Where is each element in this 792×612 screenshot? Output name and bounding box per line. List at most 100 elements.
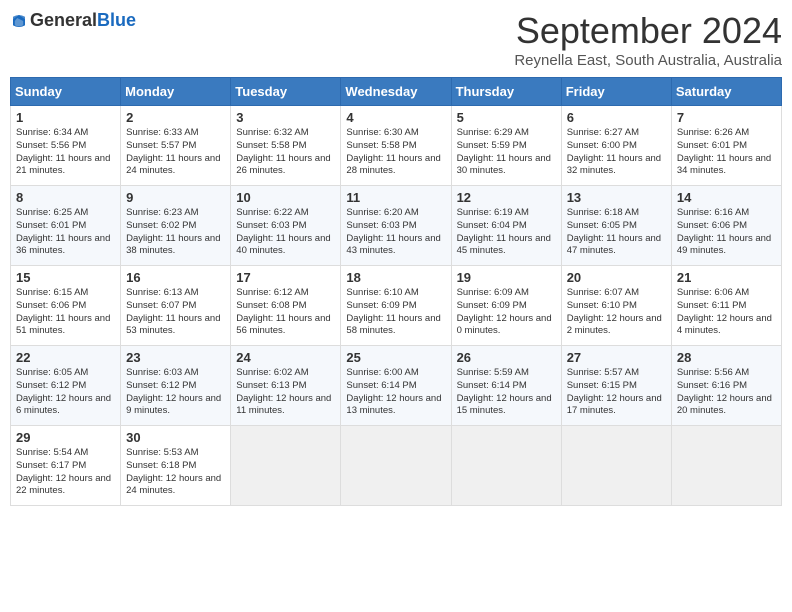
day-info: Sunrise: 5:53 AM Sunset: 6:18 PM Dayligh…: [126, 447, 225, 498]
table-row: 12 Sunrise: 6:19 AM Sunset: 6:04 PM Dayl…: [451, 186, 561, 266]
table-row: 21 Sunrise: 6:06 AM Sunset: 6:11 PM Dayl…: [671, 266, 781, 346]
day-info: Sunrise: 6:13 AM Sunset: 6:07 PM Dayligh…: [126, 287, 225, 338]
table-row: 7 Sunrise: 6:26 AM Sunset: 6:01 PM Dayli…: [671, 106, 781, 186]
calendar-week-1: 1 Sunrise: 6:34 AM Sunset: 5:56 PM Dayli…: [11, 106, 782, 186]
table-row: 17 Sunrise: 6:12 AM Sunset: 6:08 PM Dayl…: [231, 266, 341, 346]
calendar-table: Sunday Monday Tuesday Wednesday Thursday…: [10, 77, 782, 506]
day-info: Sunrise: 6:33 AM Sunset: 5:57 PM Dayligh…: [126, 127, 225, 178]
day-info: Sunrise: 6:15 AM Sunset: 6:06 PM Dayligh…: [16, 287, 115, 338]
header-friday: Friday: [561, 78, 671, 106]
table-row: [451, 426, 561, 506]
day-number: 23: [126, 350, 225, 365]
page-title: September 2024: [514, 10, 782, 52]
day-number: 11: [346, 190, 445, 205]
table-row: 14 Sunrise: 6:16 AM Sunset: 6:06 PM Dayl…: [671, 186, 781, 266]
table-row: 2 Sunrise: 6:33 AM Sunset: 5:57 PM Dayli…: [121, 106, 231, 186]
table-row: 11 Sunrise: 6:20 AM Sunset: 6:03 PM Dayl…: [341, 186, 451, 266]
table-row: [671, 426, 781, 506]
table-row: 30 Sunrise: 5:53 AM Sunset: 6:18 PM Dayl…: [121, 426, 231, 506]
table-row: 29 Sunrise: 5:54 AM Sunset: 6:17 PM Dayl…: [11, 426, 121, 506]
day-info: Sunrise: 6:20 AM Sunset: 6:03 PM Dayligh…: [346, 207, 445, 258]
table-row: 8 Sunrise: 6:25 AM Sunset: 6:01 PM Dayli…: [11, 186, 121, 266]
header: GeneralBlue September 2024 Reynella East…: [10, 10, 782, 69]
day-info: Sunrise: 6:03 AM Sunset: 6:12 PM Dayligh…: [126, 367, 225, 418]
day-info: Sunrise: 6:18 AM Sunset: 6:05 PM Dayligh…: [567, 207, 666, 258]
calendar-week-3: 15 Sunrise: 6:15 AM Sunset: 6:06 PM Dayl…: [11, 266, 782, 346]
day-number: 16: [126, 270, 225, 285]
logo-general-text: General: [30, 10, 97, 30]
day-info: Sunrise: 6:09 AM Sunset: 6:09 PM Dayligh…: [457, 287, 556, 338]
calendar-week-5: 29 Sunrise: 5:54 AM Sunset: 6:17 PM Dayl…: [11, 426, 782, 506]
subtitle: Reynella East, South Australia, Australi…: [514, 52, 782, 69]
day-number: 14: [677, 190, 776, 205]
table-row: 6 Sunrise: 6:27 AM Sunset: 6:00 PM Dayli…: [561, 106, 671, 186]
logo-icon: [10, 12, 28, 30]
table-row: [341, 426, 451, 506]
table-row: 25 Sunrise: 6:00 AM Sunset: 6:14 PM Dayl…: [341, 346, 451, 426]
day-info: Sunrise: 6:32 AM Sunset: 5:58 PM Dayligh…: [236, 127, 335, 178]
day-number: 2: [126, 110, 225, 125]
day-info: Sunrise: 6:06 AM Sunset: 6:11 PM Dayligh…: [677, 287, 776, 338]
table-row: 18 Sunrise: 6:10 AM Sunset: 6:09 PM Dayl…: [341, 266, 451, 346]
day-info: Sunrise: 6:30 AM Sunset: 5:58 PM Dayligh…: [346, 127, 445, 178]
table-row: [561, 426, 671, 506]
table-row: 15 Sunrise: 6:15 AM Sunset: 6:06 PM Dayl…: [11, 266, 121, 346]
day-number: 25: [346, 350, 445, 365]
header-saturday: Saturday: [671, 78, 781, 106]
table-row: 23 Sunrise: 6:03 AM Sunset: 6:12 PM Dayl…: [121, 346, 231, 426]
day-info: Sunrise: 6:25 AM Sunset: 6:01 PM Dayligh…: [16, 207, 115, 258]
day-number: 7: [677, 110, 776, 125]
day-info: Sunrise: 6:29 AM Sunset: 5:59 PM Dayligh…: [457, 127, 556, 178]
table-row: 5 Sunrise: 6:29 AM Sunset: 5:59 PM Dayli…: [451, 106, 561, 186]
day-number: 5: [457, 110, 556, 125]
day-info: Sunrise: 6:22 AM Sunset: 6:03 PM Dayligh…: [236, 207, 335, 258]
day-number: 26: [457, 350, 556, 365]
table-row: 1 Sunrise: 6:34 AM Sunset: 5:56 PM Dayli…: [11, 106, 121, 186]
day-info: Sunrise: 5:54 AM Sunset: 6:17 PM Dayligh…: [16, 447, 115, 498]
day-number: 27: [567, 350, 666, 365]
day-info: Sunrise: 6:02 AM Sunset: 6:13 PM Dayligh…: [236, 367, 335, 418]
day-info: Sunrise: 5:57 AM Sunset: 6:15 PM Dayligh…: [567, 367, 666, 418]
day-info: Sunrise: 6:10 AM Sunset: 6:09 PM Dayligh…: [346, 287, 445, 338]
day-number: 1: [16, 110, 115, 125]
table-row: 20 Sunrise: 6:07 AM Sunset: 6:10 PM Dayl…: [561, 266, 671, 346]
day-number: 24: [236, 350, 335, 365]
header-wednesday: Wednesday: [341, 78, 451, 106]
table-row: 13 Sunrise: 6:18 AM Sunset: 6:05 PM Dayl…: [561, 186, 671, 266]
calendar-week-2: 8 Sunrise: 6:25 AM Sunset: 6:01 PM Dayli…: [11, 186, 782, 266]
logo-blue-text: Blue: [97, 10, 136, 30]
day-info: Sunrise: 6:16 AM Sunset: 6:06 PM Dayligh…: [677, 207, 776, 258]
day-number: 20: [567, 270, 666, 285]
table-row: 27 Sunrise: 5:57 AM Sunset: 6:15 PM Dayl…: [561, 346, 671, 426]
calendar-week-4: 22 Sunrise: 6:05 AM Sunset: 6:12 PM Dayl…: [11, 346, 782, 426]
day-number: 21: [677, 270, 776, 285]
day-number: 8: [16, 190, 115, 205]
table-row: 10 Sunrise: 6:22 AM Sunset: 6:03 PM Dayl…: [231, 186, 341, 266]
day-info: Sunrise: 6:00 AM Sunset: 6:14 PM Dayligh…: [346, 367, 445, 418]
day-number: 29: [16, 430, 115, 445]
day-info: Sunrise: 6:05 AM Sunset: 6:12 PM Dayligh…: [16, 367, 115, 418]
day-info: Sunrise: 6:19 AM Sunset: 6:04 PM Dayligh…: [457, 207, 556, 258]
day-number: 17: [236, 270, 335, 285]
table-row: 28 Sunrise: 5:56 AM Sunset: 6:16 PM Dayl…: [671, 346, 781, 426]
day-number: 30: [126, 430, 225, 445]
day-info: Sunrise: 5:56 AM Sunset: 6:16 PM Dayligh…: [677, 367, 776, 418]
table-row: 4 Sunrise: 6:30 AM Sunset: 5:58 PM Dayli…: [341, 106, 451, 186]
day-info: Sunrise: 6:34 AM Sunset: 5:56 PM Dayligh…: [16, 127, 115, 178]
day-info: Sunrise: 6:27 AM Sunset: 6:00 PM Dayligh…: [567, 127, 666, 178]
day-number: 19: [457, 270, 556, 285]
day-number: 15: [16, 270, 115, 285]
table-row: 19 Sunrise: 6:09 AM Sunset: 6:09 PM Dayl…: [451, 266, 561, 346]
table-row: 3 Sunrise: 6:32 AM Sunset: 5:58 PM Dayli…: [231, 106, 341, 186]
day-info: Sunrise: 6:07 AM Sunset: 6:10 PM Dayligh…: [567, 287, 666, 338]
day-number: 28: [677, 350, 776, 365]
header-tuesday: Tuesday: [231, 78, 341, 106]
day-number: 4: [346, 110, 445, 125]
header-thursday: Thursday: [451, 78, 561, 106]
day-number: 13: [567, 190, 666, 205]
title-area: September 2024 Reynella East, South Aust…: [514, 10, 782, 69]
day-info: Sunrise: 6:26 AM Sunset: 6:01 PM Dayligh…: [677, 127, 776, 178]
calendar-header-row: Sunday Monday Tuesday Wednesday Thursday…: [11, 78, 782, 106]
day-number: 12: [457, 190, 556, 205]
table-row: 22 Sunrise: 6:05 AM Sunset: 6:12 PM Dayl…: [11, 346, 121, 426]
